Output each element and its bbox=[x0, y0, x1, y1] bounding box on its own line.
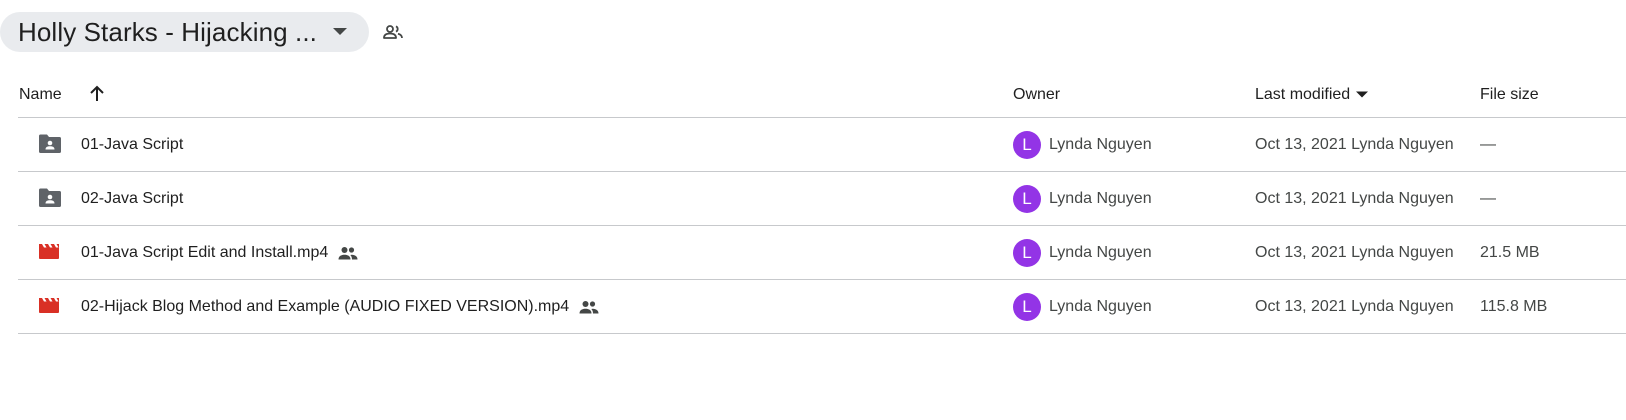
shared-folder-icon bbox=[38, 188, 62, 210]
file-size-cell: 21.5 MB bbox=[1480, 244, 1540, 261]
last-modified-cell: Oct 13, 2021 Lynda Nguyen bbox=[1255, 244, 1454, 261]
owner-name: Lynda Nguyen bbox=[1049, 298, 1152, 315]
owner-cell: L Lynda Nguyen bbox=[1013, 239, 1152, 267]
file-name: 02-Java Script bbox=[81, 190, 183, 208]
last-modified-cell: Oct 13, 2021 Lynda Nguyen bbox=[1255, 190, 1454, 207]
folder-title-dropdown[interactable]: Holly Starks - Hijacking ... bbox=[0, 12, 369, 52]
owner-cell: L Lynda Nguyen bbox=[1013, 131, 1152, 159]
file-name: 01-Java Script Edit and Install.mp4 bbox=[81, 244, 358, 262]
last-modified-cell: Oct 13, 2021 Lynda Nguyen bbox=[1255, 298, 1454, 315]
file-name-text: 02-Hijack Blog Method and Example (AUDIO… bbox=[81, 298, 570, 315]
owner-cell: L Lynda Nguyen bbox=[1013, 185, 1152, 213]
arrow-upward-icon[interactable] bbox=[87, 84, 107, 104]
file-list-table: Name Owner Last modified File size 01-Ja… bbox=[18, 72, 1626, 334]
arrow-drop-down-icon bbox=[325, 20, 355, 44]
column-header-last-modified[interactable]: Last modified bbox=[1255, 86, 1369, 104]
file-size-cell: — bbox=[1480, 136, 1496, 153]
table-row[interactable]: 02-Hijack Blog Method and Example (AUDIO… bbox=[18, 280, 1626, 334]
file-name-text: 01-Java Script bbox=[81, 136, 184, 153]
table-row[interactable]: 01-Java Script Edit and Install.mp4 L Ly… bbox=[18, 226, 1626, 280]
owner-cell: L Lynda Nguyen bbox=[1013, 293, 1152, 321]
avatar: L bbox=[1013, 185, 1041, 213]
file-name: 02-Hijack Blog Method and Example (AUDIO… bbox=[81, 298, 599, 316]
avatar: L bbox=[1013, 293, 1041, 321]
video-file-icon bbox=[38, 296, 62, 318]
arrow-drop-down-icon bbox=[1356, 91, 1369, 98]
file-size-cell: 115.8 MB bbox=[1480, 298, 1548, 315]
owner-name: Lynda Nguyen bbox=[1049, 190, 1152, 207]
avatar: L bbox=[1013, 239, 1041, 267]
table-row[interactable]: 01-Java Script L Lynda Nguyen Oct 13, 20… bbox=[18, 118, 1626, 172]
folder-title: Holly Starks - Hijacking ... bbox=[18, 16, 317, 47]
file-name: 01-Java Script bbox=[81, 136, 183, 154]
owner-name: Lynda Nguyen bbox=[1049, 244, 1152, 261]
last-modified-cell: Oct 13, 2021 Lynda Nguyen bbox=[1255, 136, 1454, 153]
column-file-size-label: File size bbox=[1480, 86, 1539, 103]
table-row[interactable]: 02-Java Script L Lynda Nguyen Oct 13, 20… bbox=[18, 172, 1626, 226]
file-size-cell: — bbox=[1480, 190, 1496, 207]
column-header-owner[interactable]: Owner bbox=[1013, 86, 1060, 104]
people-icon bbox=[579, 301, 599, 314]
column-header-name[interactable]: Name bbox=[19, 86, 62, 104]
column-header-file-size[interactable]: File size bbox=[1480, 86, 1539, 104]
shared-folder-icon bbox=[38, 134, 62, 156]
table-header: Name Owner Last modified File size bbox=[18, 72, 1626, 118]
file-name-text: 02-Java Script bbox=[81, 190, 184, 207]
owner-name: Lynda Nguyen bbox=[1049, 136, 1152, 153]
people-icon bbox=[338, 247, 358, 260]
avatar: L bbox=[1013, 131, 1041, 159]
column-name-label: Name bbox=[19, 86, 62, 103]
folder-header: Holly Starks - Hijacking ... bbox=[0, 12, 405, 52]
column-owner-label: Owner bbox=[1013, 86, 1061, 103]
column-last-modified-label: Last modified bbox=[1255, 86, 1351, 103]
people-outline-icon[interactable] bbox=[381, 20, 405, 44]
file-name-text: 01-Java Script Edit and Install.mp4 bbox=[81, 244, 329, 261]
video-file-icon bbox=[38, 242, 62, 264]
